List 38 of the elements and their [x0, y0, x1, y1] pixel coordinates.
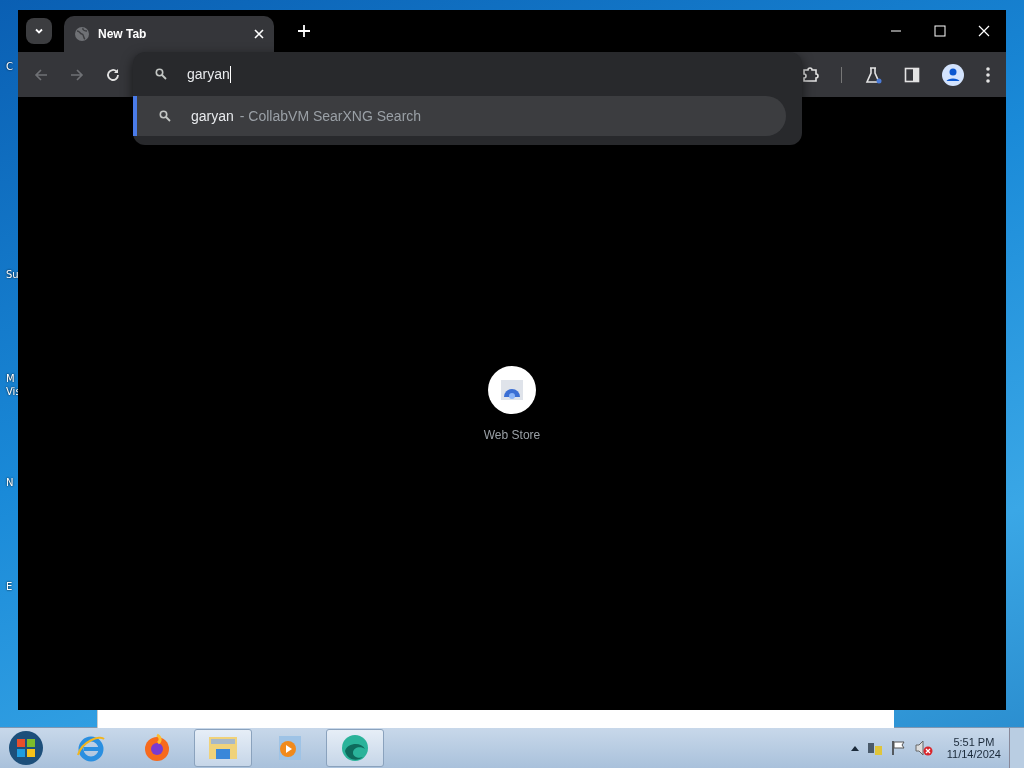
desktop-icon-label[interactable]: Su	[6, 268, 18, 281]
search-icon	[159, 110, 171, 122]
new-tab-icon[interactable]	[298, 25, 310, 37]
desktop-icon-label[interactable]: C	[6, 60, 18, 73]
tab-search-button[interactable]	[26, 18, 52, 44]
suggestion-item[interactable]: garyan - CollabVM SearXNG Search	[133, 96, 786, 136]
clock-date[interactable]: 11/14/2024	[946, 748, 1001, 760]
swirl-logo-icon	[339, 733, 371, 763]
maximize-icon[interactable]	[934, 25, 946, 37]
menu-icon[interactable]	[986, 66, 990, 83]
globe-icon	[74, 26, 90, 42]
tray-expand-icon[interactable]	[850, 745, 859, 751]
clock-time[interactable]: 5:51 PM	[953, 736, 995, 748]
desktop-icon-label[interactable]: N	[6, 476, 18, 489]
back-icon[interactable]	[34, 67, 48, 82]
web-store-icon	[501, 379, 523, 400]
taskbar-app[interactable]	[326, 729, 384, 767]
puzzle-icon[interactable]	[801, 65, 819, 84]
start-orb-icon[interactable]	[8, 730, 44, 766]
flask-icon[interactable]	[864, 65, 882, 84]
browser-tab[interactable]: New Tab	[64, 16, 274, 52]
profile-avatar-icon[interactable]	[942, 63, 964, 86]
tab-title: New Tab	[98, 27, 148, 41]
suggestion-query: garyan	[191, 108, 234, 124]
network-icon[interactable]	[866, 740, 883, 756]
shortcut-label: Web Store	[483, 427, 541, 442]
shortcut-tile[interactable]	[488, 365, 536, 414]
fox-globe-icon	[142, 733, 172, 763]
side-panel-icon[interactable]	[904, 66, 920, 83]
close-icon[interactable]	[978, 25, 990, 37]
taskbar-app[interactable]	[194, 729, 252, 767]
close-icon[interactable]	[254, 29, 264, 39]
suggestion-description: - CollabVM SearXNG Search	[239, 108, 422, 124]
speaker-muted-icon[interactable]	[914, 740, 933, 756]
search-icon	[155, 68, 167, 80]
reload-icon[interactable]	[106, 67, 120, 82]
flag-icon[interactable]	[890, 740, 907, 756]
forward-icon[interactable]	[70, 67, 84, 82]
